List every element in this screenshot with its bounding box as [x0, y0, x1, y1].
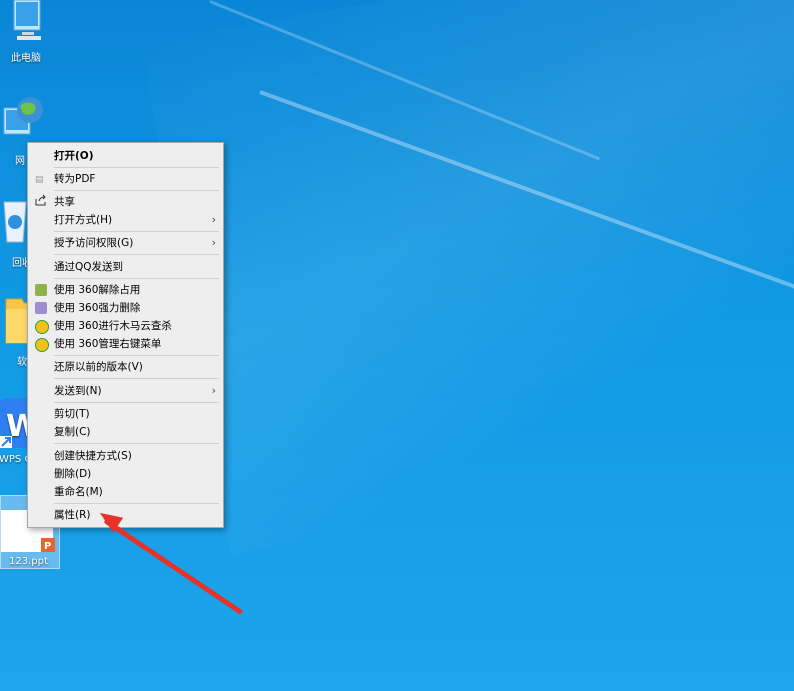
menu-item-open-with[interactable]: 打开方式(H) › [28, 211, 223, 229]
360-delete-icon [35, 302, 47, 314]
pdf-icon: ▤ [35, 175, 44, 185]
wallpaper-light-streak [259, 90, 794, 334]
menu-separator [54, 278, 219, 279]
menu-item-share[interactable]: 共享 [28, 193, 223, 211]
desktop-icon-label: 123.ppt [9, 556, 48, 567]
annotation-arrow-shaft [103, 518, 244, 615]
360-shield-icon [35, 320, 49, 334]
desktop-icon-this-pc[interactable]: 此电脑 [0, 0, 56, 64]
wallpaper-light-streak [209, 0, 600, 161]
menu-item-label: 使用 360解除占用 [54, 284, 141, 296]
desktop-icon-label: 软 [17, 357, 27, 368]
menu-item-send-to[interactable]: 发送到(N) › [28, 382, 223, 400]
menu-item-cut[interactable]: 剪切(T) [28, 405, 223, 423]
menu-item-properties[interactable]: 属性(R) [28, 506, 223, 524]
chevron-right-icon: › [211, 213, 216, 226]
menu-separator [54, 231, 219, 232]
menu-item-grant-access[interactable]: 授予访问权限(G) › [28, 234, 223, 252]
menu-item-rename[interactable]: 重命名(M) [28, 483, 223, 501]
menu-item-label: 共享 [54, 196, 75, 208]
context-menu: 打开(O) ▤ 转为PDF 共享 打开方式(H) › 授予访问权限(G) › 通… [27, 142, 224, 528]
wallpaper-light-beam [140, 0, 794, 556]
share-icon [35, 194, 47, 206]
desktop-icon-label: 此电脑 [11, 53, 41, 64]
menu-item-create-shortcut[interactable]: 创建快捷方式(S) [28, 447, 223, 465]
menu-item-send-via-qq[interactable]: 通过QQ发送到 [28, 258, 223, 276]
menu-item-label: 打开(O) [54, 150, 94, 162]
menu-separator [54, 190, 219, 191]
menu-item-delete[interactable]: 删除(D) [28, 465, 223, 483]
menu-item-360-trojan-scan[interactable]: 使用 360进行木马云查杀 [28, 317, 223, 335]
menu-separator [54, 355, 219, 356]
menu-item-360-manage-menu[interactable]: 使用 360管理右键菜单 [28, 335, 223, 353]
menu-item-label: 剪切(T) [54, 408, 90, 420]
menu-item-open[interactable]: 打开(O) [28, 147, 223, 165]
menu-separator [54, 254, 219, 255]
menu-item-label: 复制(C) [54, 426, 91, 438]
menu-item-360-force-delete[interactable]: 使用 360强力删除 [28, 299, 223, 317]
menu-item-copy[interactable]: 复制(C) [28, 423, 223, 441]
menu-item-label: 打开方式(H) [54, 214, 113, 226]
menu-item-label: 通过QQ发送到 [54, 261, 124, 273]
menu-item-label: 授予访问权限(G) [54, 237, 134, 249]
menu-separator [54, 167, 219, 168]
menu-separator [54, 402, 219, 403]
menu-item-label: 使用 360管理右键菜单 [54, 338, 162, 350]
menu-item-restore-versions[interactable]: 还原以前的版本(V) [28, 358, 223, 376]
menu-item-label: 还原以前的版本(V) [54, 361, 143, 373]
menu-item-label: 使用 360进行木马云查杀 [54, 320, 172, 332]
menu-separator [54, 503, 219, 504]
menu-item-label: 删除(D) [54, 468, 92, 480]
360-unlock-icon [35, 284, 47, 296]
menu-item-label: 使用 360强力删除 [54, 302, 141, 314]
360-shield-icon [35, 338, 49, 352]
menu-item-label: 转为PDF [54, 173, 96, 185]
chevron-right-icon: › [211, 236, 216, 249]
menu-item-label: 属性(R) [54, 509, 91, 521]
menu-item-label: 发送到(N) [54, 385, 102, 397]
menu-separator [54, 378, 219, 379]
menu-item-360-unlock[interactable]: 使用 360解除占用 [28, 281, 223, 299]
menu-item-label: 创建快捷方式(S) [54, 450, 132, 462]
menu-item-label: 重命名(M) [54, 486, 103, 498]
menu-separator [54, 443, 219, 444]
chevron-right-icon: › [211, 384, 216, 397]
desktop-icon-label: 网 [15, 156, 25, 167]
computer-icon [13, 0, 41, 40]
svg-text:P: P [44, 541, 51, 552]
menu-item-convert-pdf[interactable]: ▤ 转为PDF [28, 170, 223, 188]
network-icon [3, 97, 43, 135]
